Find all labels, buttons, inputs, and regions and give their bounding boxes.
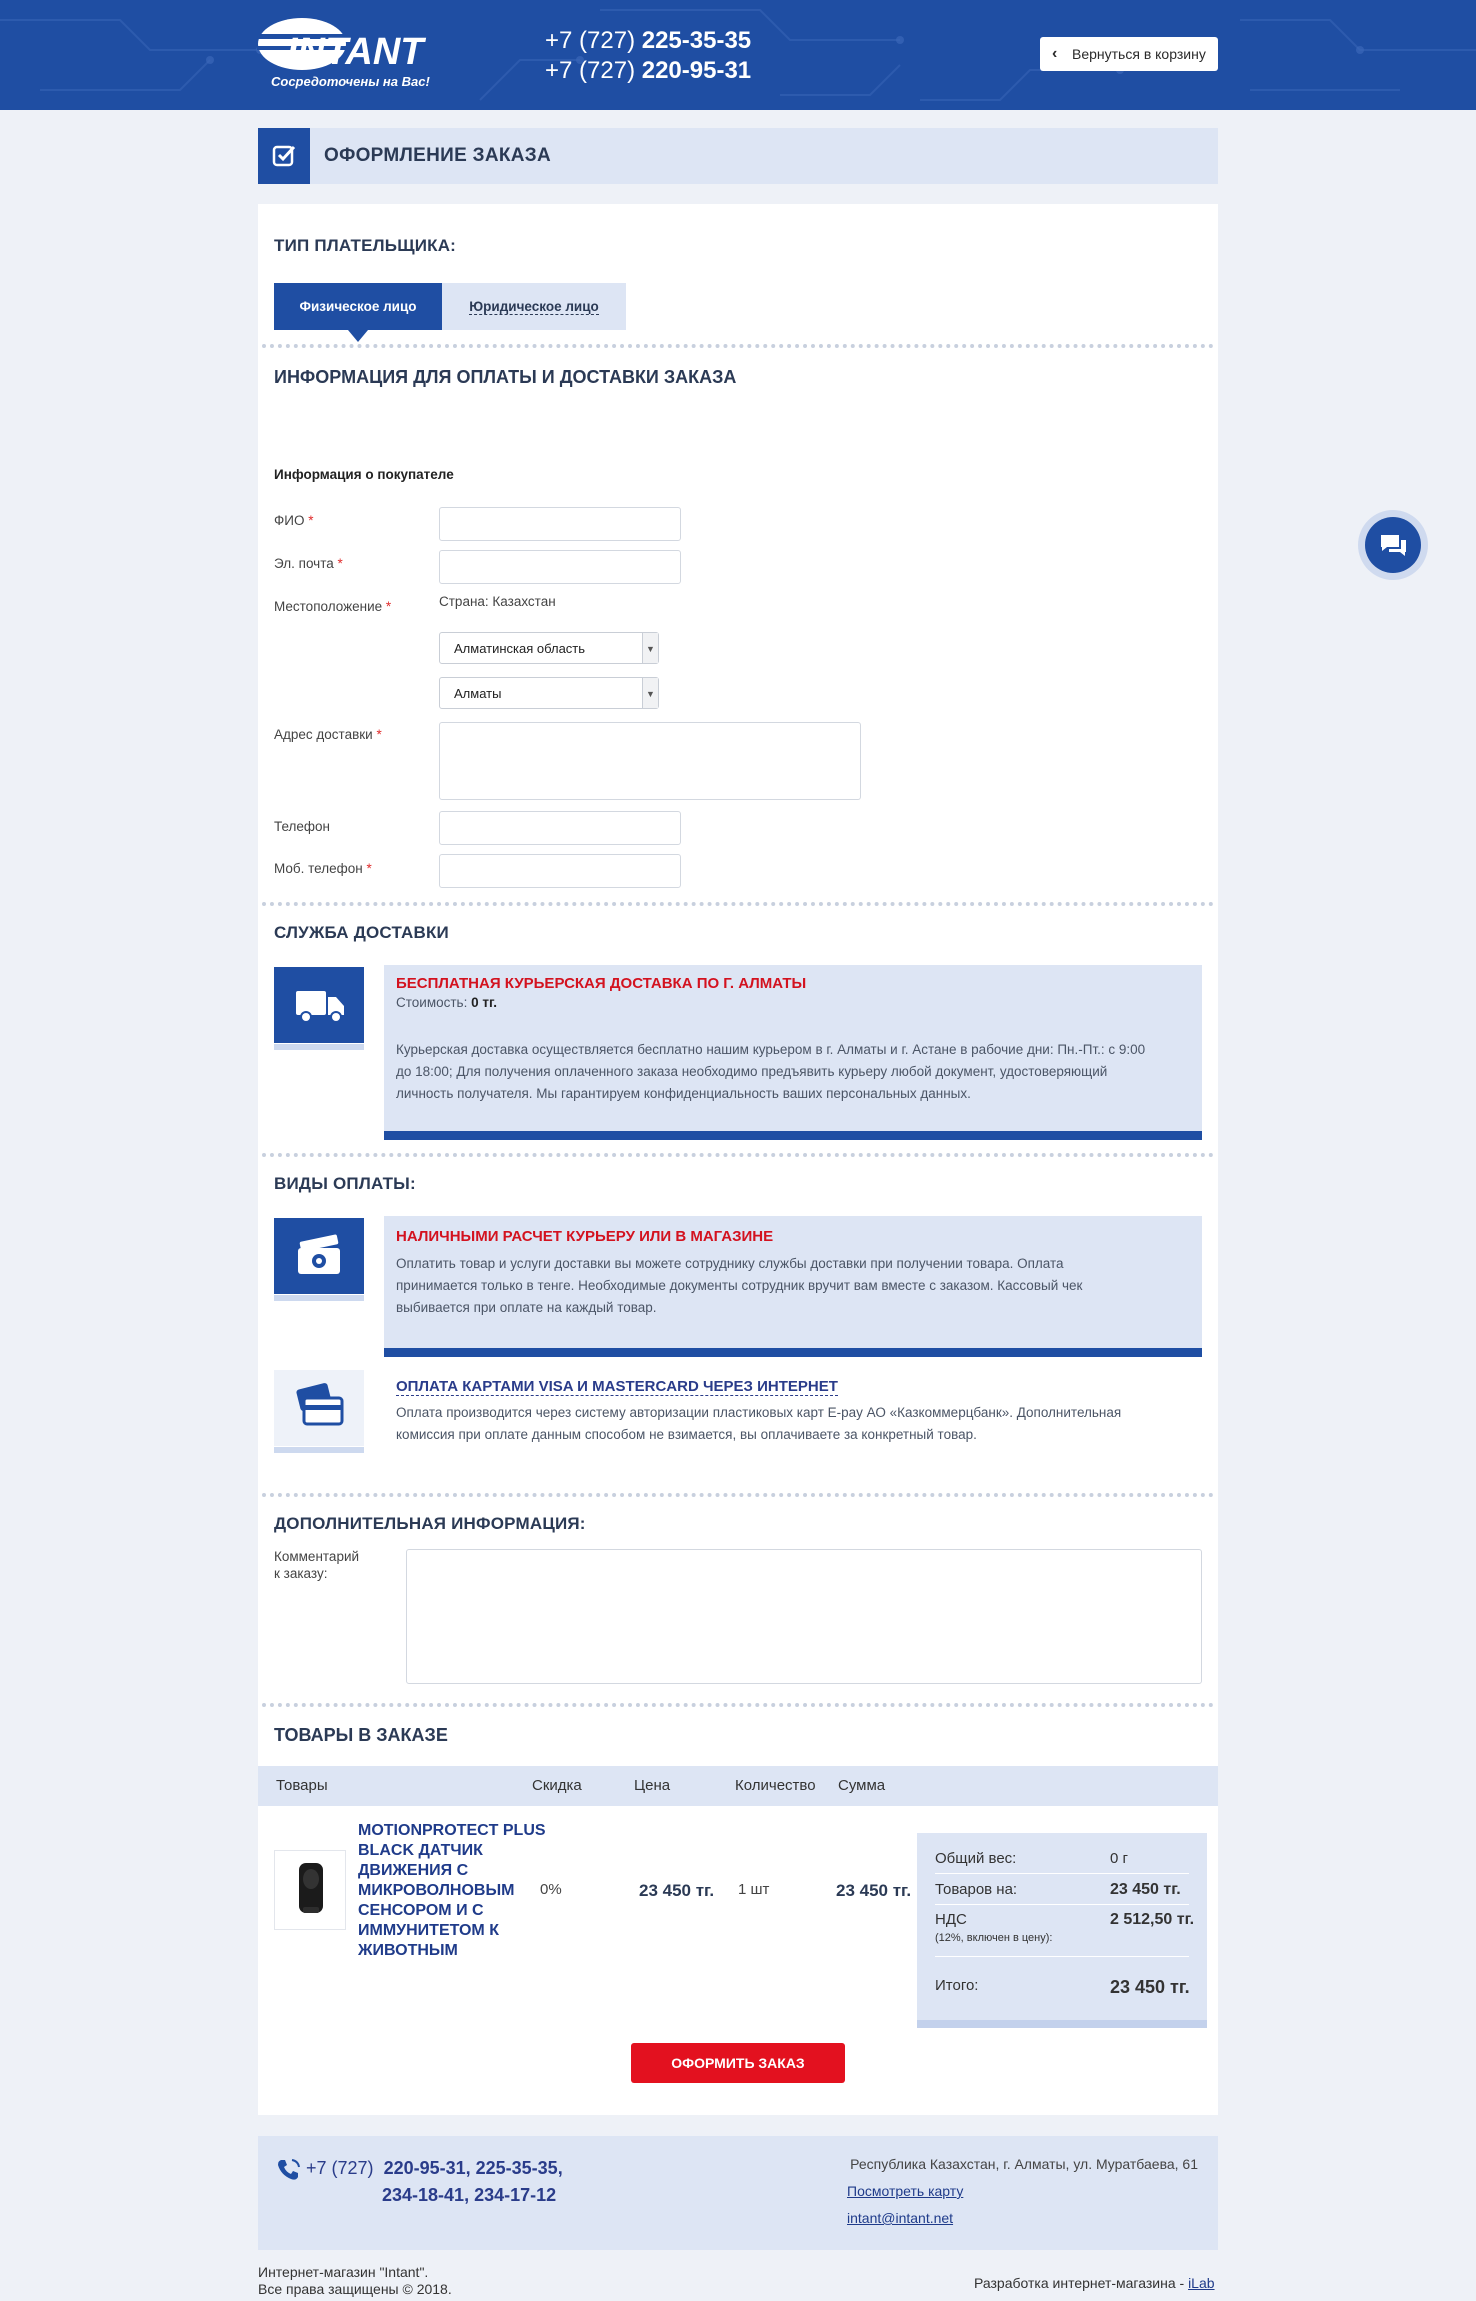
header-phone-1[interactable]: +7 (727) 225-35-35 — [545, 26, 751, 56]
billing-heading: ИНФОРМАЦИЯ ДЛЯ ОПЛАТЫ И ДОСТАВКИ ЗАКАЗА — [274, 367, 737, 387]
copyright: Интернет-магазин "Intant". Все права защи… — [258, 2264, 452, 2297]
checkbox-edit-icon — [258, 128, 310, 184]
developer-credit: Разработка интернет-магазина - iLab — [974, 2275, 1215, 2291]
address-label: Адрес доставки * — [274, 727, 382, 742]
col-qty: Количество — [735, 1777, 816, 1794]
divider — [262, 902, 1214, 906]
comment-label: Комментарий к заказу: — [274, 1549, 360, 1581]
delivery-description: Курьерская доставка осуществляется беспл… — [396, 1042, 1146, 1101]
email-input[interactable] — [439, 550, 681, 584]
buyer-info-heading: Информация о покупателе — [274, 467, 454, 482]
page-title-bar: ОФОРМЛЕНИЕ ЗАКАЗА — [258, 128, 1218, 184]
chat-bubbles-icon — [1381, 535, 1406, 556]
chevron-left-icon: ‹ — [1052, 45, 1058, 62]
site-header: INTANT Сосредоточены на Вас! +7 (727) 22… — [0, 0, 1476, 110]
payment-heading: ВИДЫ ОПЛАТЫ: — [274, 1174, 416, 1193]
summary-total: Итого: 23 450 тг. — [935, 1977, 1190, 1997]
card-payment-option[interactable]: ОПЛАТА КАРТАМИ VISA И MASTERCARD ЧЕРЕЗ И… — [396, 1378, 1196, 1446]
logo-slogan: Сосредоточены на Вас! — [271, 74, 430, 89]
phone-icon — [275, 2157, 301, 2186]
chat-button[interactable] — [1358, 510, 1428, 580]
phone-label: Телефон — [274, 819, 331, 834]
fio-label: ФИО * — [274, 513, 314, 528]
chevron-down-icon: ▼ — [642, 633, 658, 663]
location-label: Местоположение * — [274, 599, 392, 614]
goods-heading: ТОВАРЫ В ЗАКАЗЕ — [274, 1725, 448, 1745]
comment-textarea[interactable] — [406, 1549, 1202, 1684]
goods-table-header: Товары Скидка Цена Количество Сумма — [258, 1766, 1218, 1806]
col-items: Товары — [276, 1777, 328, 1794]
delivery-heading: СЛУЖБА ДОСТАВКИ — [274, 923, 449, 942]
delivery-cost: Стоимость: 0 тг. — [396, 995, 498, 1010]
card-payment-icon[interactable] — [274, 1370, 364, 1453]
divider — [262, 1703, 1214, 1707]
tab-individual[interactable]: Физическое лицо — [274, 283, 442, 342]
product-qty: 1 шт — [738, 1881, 770, 1898]
delivery-title: БЕСПЛАТНАЯ КУРЬЕРСКАЯ ДОСТАВКА ПО Г. АЛМ… — [396, 975, 807, 992]
divider — [262, 1493, 1214, 1497]
order-summary: Общий вес: 0 г Товаров на: 23 450 тг. НДС 2… — [917, 1833, 1207, 2028]
credit-card-icon — [296, 1383, 344, 1426]
back-to-cart-button[interactable]: ‹ Вернуться в корзину — [1040, 37, 1218, 71]
col-sum: Сумма — [838, 1777, 886, 1794]
product-name-link[interactable]: MOTIONPROTECT PLUS BLACK ДАТЧИК ДВИЖЕНИЯ… — [358, 1821, 548, 1961]
email-link[interactable]: intant@intant.net — [847, 2210, 953, 2226]
divider — [262, 1153, 1214, 1157]
product-price: 23 450 тг. — [639, 1881, 715, 1900]
chevron-down-icon: ▼ — [642, 678, 658, 708]
footer-phones[interactable]: +7 (727) 220-95-31, 225-35-35, 234-18-41… — [306, 2155, 563, 2209]
tab-legal-entity[interactable]: Юридическое лицо — [442, 283, 626, 330]
address-textarea[interactable] — [439, 722, 861, 800]
mobile-label: Моб. телефон * — [274, 861, 372, 876]
fio-input[interactable] — [439, 507, 681, 541]
product-sum: 23 450 тг. — [836, 1881, 912, 1900]
map-link[interactable]: Посмотреть карту — [847, 2183, 963, 2199]
divider — [262, 344, 1214, 348]
cash-payment-title: НАЛИЧНЫМИ РАСЧЕТ КУРЬЕРУ ИЛИ В МАГАЗИНЕ — [396, 1228, 774, 1245]
city-select[interactable]: Алматы ▼ — [439, 677, 659, 709]
truck-icon — [296, 991, 344, 1023]
country-text: Страна: Казахстан — [439, 594, 556, 609]
summary-vat: НДС 2 512,50 тг. (12%, включен в цену): — [935, 1911, 1195, 1944]
delivery-option-icon[interactable] — [274, 967, 364, 1050]
delivery-option-card[interactable]: БЕСПЛАТНАЯ КУРЬЕРСКАЯ ДОСТАВКА ПО Г. АЛМ… — [384, 965, 1202, 1140]
cash-payment-card[interactable]: НАЛИЧНЫМИ РАСЧЕТ КУРЬЕРУ ИЛИ В МАГАЗИНЕ … — [384, 1216, 1202, 1357]
place-order-button[interactable]: ОФОРМИТЬ ЗАКАЗ — [631, 2043, 845, 2083]
header-phones: +7 (727) 225-35-35 +7 (727) 220-95-31 — [545, 26, 751, 86]
cash-payment-icon[interactable] — [274, 1218, 364, 1301]
col-discount: Скидка — [532, 1777, 582, 1794]
phone-input[interactable] — [439, 811, 681, 845]
card-payment-title[interactable]: ОПЛАТА КАРТАМИ VISA И MASTERCARD ЧЕРЕЗ И… — [396, 1378, 838, 1396]
logo-globe-icon: INTANT — [257, 18, 437, 73]
col-price: Цена — [634, 1777, 671, 1794]
developer-link[interactable]: iLab — [1188, 2275, 1214, 2291]
mobile-input[interactable] — [439, 854, 681, 888]
intant-logo[interactable]: INTANT Сосредоточены на Вас! — [257, 14, 437, 94]
card-payment-description: Оплата производится через систему автори… — [396, 1405, 1122, 1442]
summary-goods: Товаров на: 23 450 тг. — [935, 1881, 1181, 1898]
page-title: ОФОРМЛЕНИЕ ЗАКАЗА — [324, 145, 552, 166]
email-label: Эл. почта * — [274, 556, 343, 571]
region-select[interactable]: Алматинская область ▼ — [439, 632, 659, 664]
footer-address: Республика Казахстан, г. Алматы, ул. Мур… — [850, 2156, 1198, 2172]
header-phone-2[interactable]: +7 (727) 220-95-31 — [545, 56, 751, 86]
product-discount: 0% — [540, 1881, 562, 1898]
logo-text: INTANT — [287, 31, 426, 73]
motion-sensor-image — [299, 1863, 323, 1913]
payer-type-heading: ТИП ПЛАТЕЛЬЩИКА: — [274, 236, 457, 255]
cash-payment-description: Оплатить товар и услуги доставки вы може… — [396, 1256, 1083, 1315]
summary-weight: Общий вес: 0 г — [935, 1850, 1128, 1867]
cash-icon — [298, 1234, 340, 1274]
product-image[interactable] — [274, 1850, 346, 1930]
extra-info-heading: ДОПОЛНИТЕЛЬНАЯ ИНФОРМАЦИЯ: — [274, 1514, 586, 1533]
